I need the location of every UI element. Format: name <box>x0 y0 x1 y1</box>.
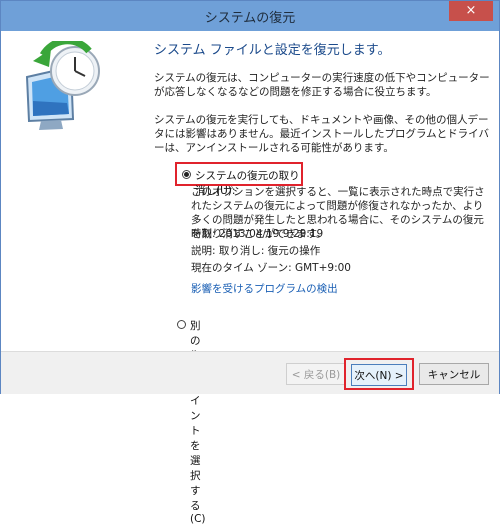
title-bar: システムの復元 × <box>1 1 499 31</box>
button-bar: < 戻る(B) 次へ(N) > キャンセル <box>1 351 499 394</box>
timezone-info: 現在のタイム ゾーン: GMT+9:00 <box>191 262 351 274</box>
undo-restore-radio[interactable]: システムの復元の取り消し(U): <box>175 162 303 197</box>
back-button[interactable]: < 戻る(B) <box>286 363 346 385</box>
content-pane: システム ファイルと設定を復元します。 システムの復元は、コンピューターの実行速… <box>141 31 499 525</box>
restore-explanation: 説明: 取り消し: 復元の操作 <box>191 245 321 257</box>
cancel-button[interactable]: キャンセル <box>419 363 489 385</box>
intro-paragraph: システムの復元は、コンピューターの実行速度の低下やコンピューターが応答しなくなる… <box>154 72 490 98</box>
radio-selected-icon <box>182 170 191 179</box>
window-title: システムの復元 <box>204 11 296 26</box>
next-button-highlight: 次へ(N) > <box>344 358 414 390</box>
affected-programs-link[interactable]: 影響を受けるプログラムの検出 <box>191 281 338 296</box>
close-button[interactable]: × <box>449 1 493 21</box>
radio-unselected-icon <box>177 320 186 329</box>
system-restore-icon <box>25 41 100 130</box>
system-restore-window: システムの復元 × システム ファイルと設定を復元します。 システムの復元は、コ… <box>0 0 500 525</box>
choose-other-point-label: 別の復元ポイントを選択する(C) <box>190 320 206 525</box>
page-heading: システム ファイルと設定を復元します。 <box>154 43 391 58</box>
next-button[interactable]: 次へ(N) > <box>351 364 407 386</box>
sidebar <box>1 31 141 351</box>
note-paragraph: システムの復元を実行しても、ドキュメントや画像、その他の個人データには影響はあり… <box>154 114 489 154</box>
restore-time: 時刻: 2013/04/19 9:29:19 <box>191 228 324 240</box>
